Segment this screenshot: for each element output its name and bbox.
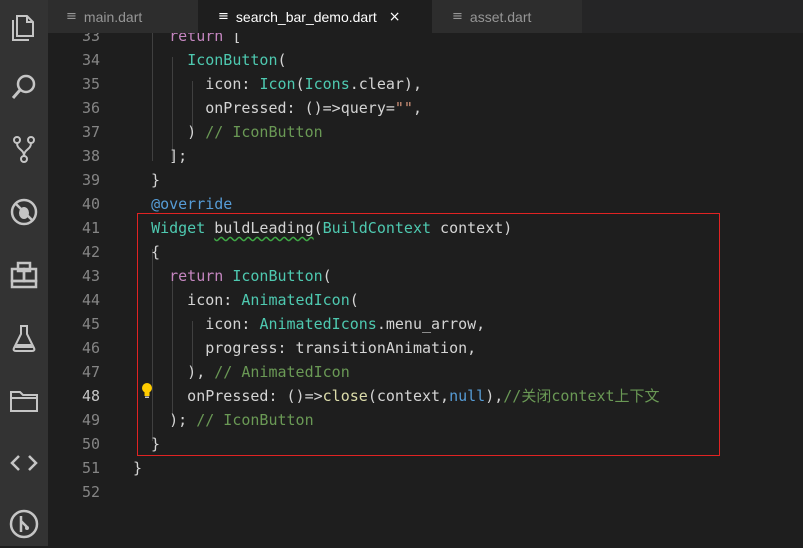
line-number: 44 [81,291,100,309]
activity-bar [0,0,48,546]
source-control-icon[interactable] [0,125,48,173]
code-token: onPressed: ()=>query= [133,99,395,117]
line-number: 48 [81,387,100,405]
code-line[interactable]: onPressed: ()=>query="", [133,96,422,120]
line-number: 37 [81,123,100,141]
line-number: 52 [81,483,100,501]
code-line[interactable]: IconButton( [133,48,287,72]
debug-icon[interactable] [0,188,48,236]
code-token: [ [223,33,242,45]
line-number: 39 [81,171,100,189]
line-number: 43 [81,267,100,285]
line-number: 42 [81,243,100,261]
code-line[interactable]: icon: Icon(Icons.clear), [133,72,422,96]
code-token: } [133,459,143,477]
code-line[interactable]: ) // IconButton [133,120,323,144]
line-number: 38 [81,147,100,165]
code-token: ) [133,123,206,141]
code-token: .clear), [349,75,422,93]
editor-tab-bar: ≡ main.dart ≡ search_bar_demo.dart × ≡ a… [48,0,803,33]
code-token: Icon [259,75,296,93]
tab-asset-dart[interactable]: ≡ asset.dart [432,0,582,33]
code-token: @override [151,195,233,213]
line-number: 50 [81,435,100,453]
file-lines-icon: ≡ [218,9,229,24]
code-token: IconButton [187,51,278,69]
line-number: 41 [81,219,100,237]
code-line[interactable]: } [133,456,142,480]
tab-label: asset.dart [469,8,532,25]
line-number: 35 [81,75,100,93]
tab-label: search_bar_demo.dart [235,8,377,25]
search-icon[interactable] [0,63,48,111]
line-number: 33 [81,33,100,45]
code-token: Icons [304,75,350,93]
code-line[interactable]: return [ [133,33,241,48]
code-token: ]; [133,147,188,165]
line-number: 34 [81,51,100,69]
line-number: 46 [81,339,100,357]
code-token: icon: [133,75,260,93]
code-icon[interactable] [0,439,48,487]
file-lines-icon: ≡ [452,9,463,24]
code-line[interactable]: } [133,168,160,192]
code-token: "" [394,99,413,117]
code-token: , [412,99,422,117]
tab-label: main.dart [83,8,143,25]
highlight-box [137,213,720,456]
close-icon[interactable]: × [389,9,401,25]
code-token: } [133,171,161,189]
file-lines-icon: ≡ [66,9,77,24]
tab-main-dart[interactable]: ≡ main.dart [48,0,198,33]
line-number: 36 [81,99,100,117]
code-token: // IconButton [205,123,323,141]
line-number: 40 [81,195,100,213]
lightbulb-icon[interactable] [140,382,154,398]
line-number: 51 [81,459,100,477]
test-flask-icon[interactable] [0,314,48,362]
code-token: return [169,33,224,45]
git-graph-icon[interactable] [0,500,48,548]
explorer-icon[interactable] [0,3,48,51]
code-line[interactable]: ]; [133,144,187,168]
line-number: 45 [81,315,100,333]
folder-icon[interactable] [0,376,48,424]
extensions-icon[interactable] [0,251,48,299]
code-token: ( [295,75,305,93]
line-number: 49 [81,411,100,429]
line-number: 47 [81,363,100,381]
code-token: ( [277,51,287,69]
